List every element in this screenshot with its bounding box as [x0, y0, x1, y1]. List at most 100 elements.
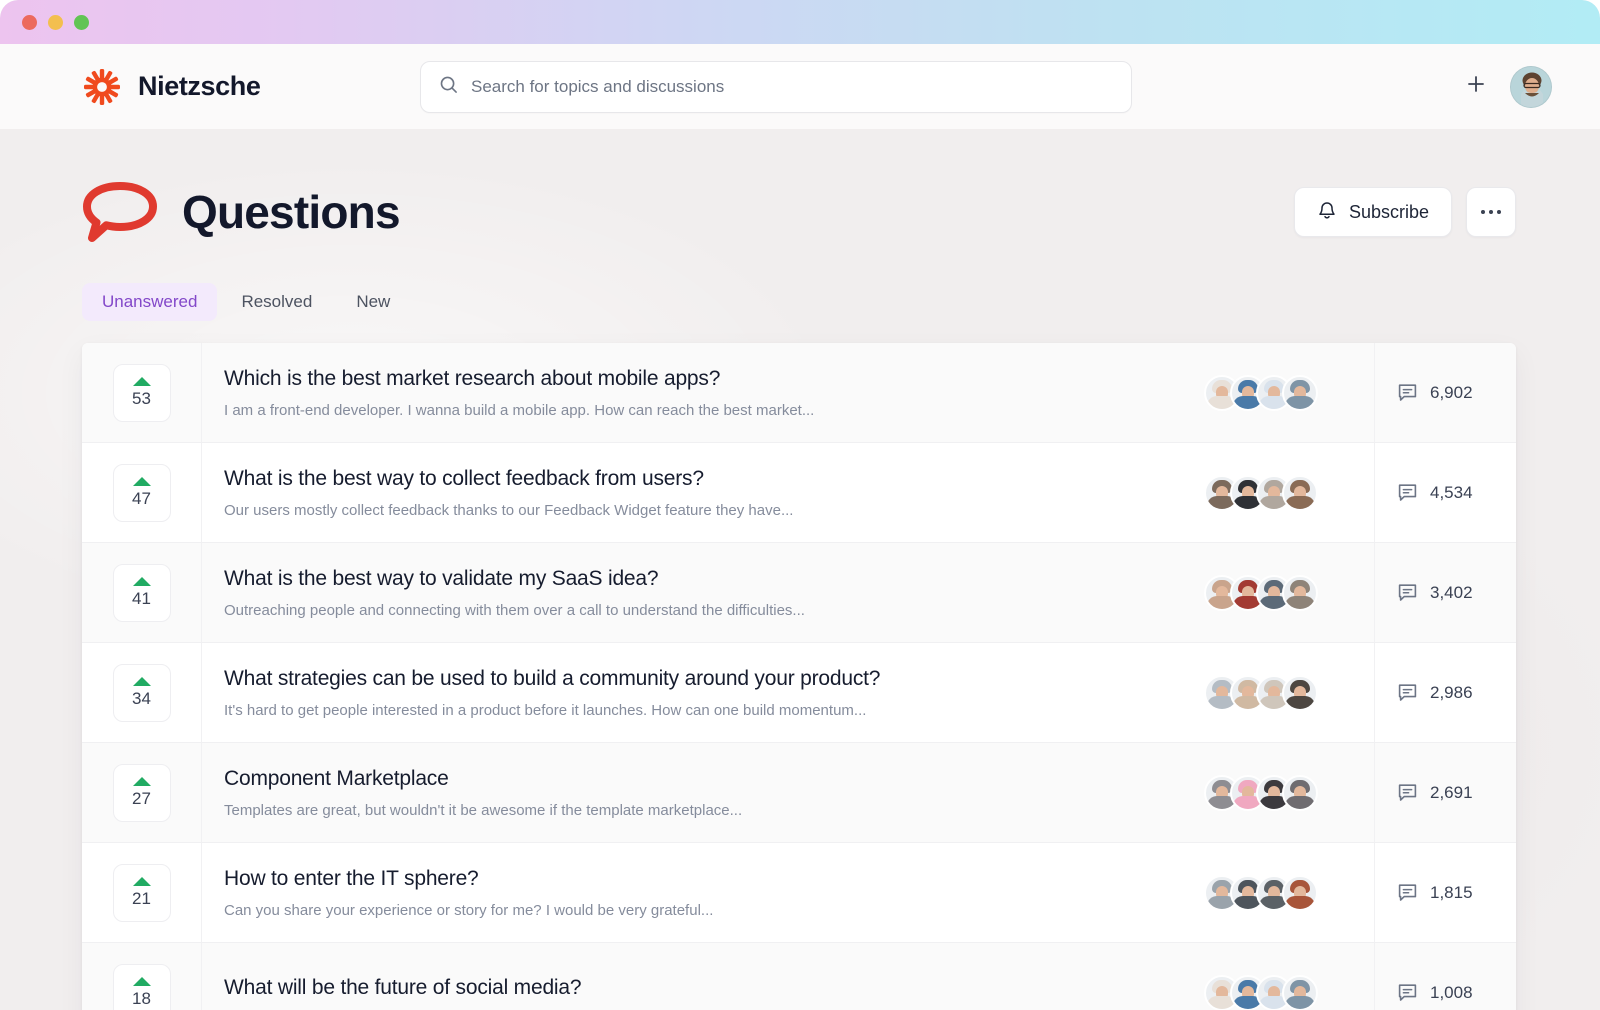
page-title-row: Questions Subscribe: [0, 129, 1600, 255]
avatar-stack: [1204, 674, 1318, 711]
question-content: Component Marketplace Templates are great…: [201, 743, 1204, 842]
comments-cell[interactable]: 4,534: [1374, 443, 1516, 542]
avatar[interactable]: [1282, 474, 1318, 511]
comment-icon: [1398, 883, 1417, 901]
plus-icon: [1465, 73, 1487, 100]
comments-cell[interactable]: 1,815: [1374, 843, 1516, 942]
app-window: Nietzsche Search for topics and discussi…: [0, 0, 1600, 1010]
question-row[interactable]: 21 How to enter the IT sphere? Can you sha…: [82, 843, 1516, 943]
question-title[interactable]: What strategies can be used to build a c…: [224, 667, 1180, 691]
search-bar[interactable]: [420, 60, 1132, 113]
page-title: Questions: [182, 186, 401, 238]
question-excerpt: I am a front-end developer. I wanna buil…: [224, 401, 815, 419]
upvote-arrow-icon: [132, 776, 151, 786]
upvote-button[interactable]: 34: [112, 663, 171, 722]
participants-cell: [1204, 443, 1374, 542]
window-minimize-button[interactable]: [48, 14, 63, 30]
avatar-stack: [1204, 474, 1318, 511]
question-title[interactable]: What is the best way to validate my SaaS…: [224, 567, 1180, 591]
question-row[interactable]: 41 What is the best way to validate my Sa…: [82, 543, 1516, 643]
avatar-body: [1285, 495, 1315, 509]
question-row[interactable]: 27 Component Marketplace Templates are gre…: [82, 743, 1516, 843]
avatar[interactable]: [1282, 774, 1318, 811]
participants-cell: [1204, 543, 1374, 642]
page-body: Questions Subscribe Unanswered Resolved …: [0, 129, 1600, 1010]
vote-cell: 18: [82, 943, 201, 1010]
question-row[interactable]: 18 What will be the future of social medi…: [82, 943, 1516, 1010]
brand[interactable]: Nietzsche: [82, 67, 420, 107]
vote-count: 27: [132, 788, 151, 808]
upvote-arrow-icon: [132, 977, 151, 986]
upvote-button[interactable]: 47: [112, 463, 171, 522]
comment-icon: [1398, 483, 1417, 501]
question-title[interactable]: What is the best way to collect feedback…: [224, 467, 1180, 491]
comments-cell[interactable]: 1,008: [1374, 943, 1516, 1010]
vote-cell: 47: [82, 443, 201, 542]
vote-count: 41: [132, 588, 151, 608]
vote-cell: 27: [82, 743, 201, 842]
comments-cell[interactable]: 6,902: [1374, 343, 1516, 442]
avatar-body: [1285, 395, 1315, 409]
avatar[interactable]: [1510, 65, 1552, 108]
upvote-arrow-icon: [132, 576, 151, 586]
comment-count: 1,008: [1430, 983, 1473, 1002]
avatar[interactable]: [1282, 874, 1318, 911]
vote-cell: 21: [82, 843, 201, 942]
question-content: What strategies can be used to build a c…: [201, 643, 1204, 742]
upvote-button[interactable]: 18: [112, 964, 171, 1010]
question-content: What is the best way to collect feedback…: [201, 443, 1204, 542]
subscribe-button[interactable]: Subscribe: [1293, 187, 1452, 237]
upvote-arrow-icon: [132, 476, 151, 486]
comment-count: 1,815: [1430, 882, 1473, 902]
participants-cell: [1204, 743, 1374, 842]
comments-cell[interactable]: 3,402: [1374, 543, 1516, 642]
comments-cell[interactable]: 2,691: [1374, 743, 1516, 842]
avatar[interactable]: [1282, 674, 1318, 711]
vote-count: 53: [132, 388, 151, 408]
upvote-button[interactable]: 27: [112, 763, 171, 822]
upvote-button[interactable]: 53: [112, 363, 171, 422]
avatar[interactable]: [1282, 374, 1318, 411]
tab-resolved[interactable]: Resolved: [221, 283, 332, 321]
vote-cell: 34: [82, 643, 201, 742]
tab-unanswered[interactable]: Unanswered: [82, 283, 218, 321]
question-title[interactable]: Which is the best market research about …: [224, 367, 1180, 391]
avatar[interactable]: [1282, 975, 1318, 1010]
question-title[interactable]: What will be the future of social media?: [224, 976, 1180, 1000]
vote-cell: 41: [82, 543, 201, 642]
window-close-button[interactable]: [22, 14, 37, 30]
upvote-button[interactable]: 41: [112, 563, 171, 622]
upvote-button[interactable]: 21: [112, 863, 171, 922]
upvote-arrow-icon: [132, 876, 151, 886]
question-content: Which is the best market research about …: [201, 343, 1204, 442]
avatar-stack: [1204, 374, 1318, 411]
question-row[interactable]: 34 What strategies can be used to build a…: [82, 643, 1516, 743]
avatar[interactable]: [1282, 574, 1318, 611]
question-title[interactable]: How to enter the IT sphere?: [224, 867, 1180, 891]
ellipsis-icon: [1489, 210, 1493, 214]
comment-icon: [1398, 984, 1417, 1001]
participants-cell: [1204, 943, 1374, 1010]
participants-cell: [1204, 643, 1374, 742]
questions-list: 53 Which is the best market research abou…: [82, 343, 1516, 1010]
question-title[interactable]: Component Marketplace: [224, 767, 1180, 791]
question-row[interactable]: 47 What is the best way to collect feedba…: [82, 443, 1516, 543]
comment-icon: [1398, 383, 1417, 401]
ellipsis-icon: [1497, 210, 1501, 214]
more-options-button[interactable]: [1466, 187, 1516, 237]
question-excerpt: Outreaching people and connecting with t…: [224, 601, 805, 619]
vote-count: 18: [132, 989, 151, 1008]
tab-new[interactable]: New: [336, 283, 410, 321]
question-row[interactable]: 53 Which is the best market research abou…: [82, 343, 1516, 443]
vote-cell: 53: [82, 343, 201, 442]
comment-count: 4,534: [1430, 482, 1473, 502]
add-button[interactable]: [1456, 67, 1496, 107]
vote-count: 21: [132, 888, 151, 908]
avatar-body: [1285, 695, 1315, 709]
comment-icon: [1398, 783, 1417, 801]
upvote-arrow-icon: [132, 376, 151, 386]
window-titlebar: [0, 0, 1600, 44]
search-input[interactable]: [471, 76, 1113, 97]
window-zoom-button[interactable]: [74, 14, 89, 30]
comments-cell[interactable]: 2,986: [1374, 643, 1516, 742]
